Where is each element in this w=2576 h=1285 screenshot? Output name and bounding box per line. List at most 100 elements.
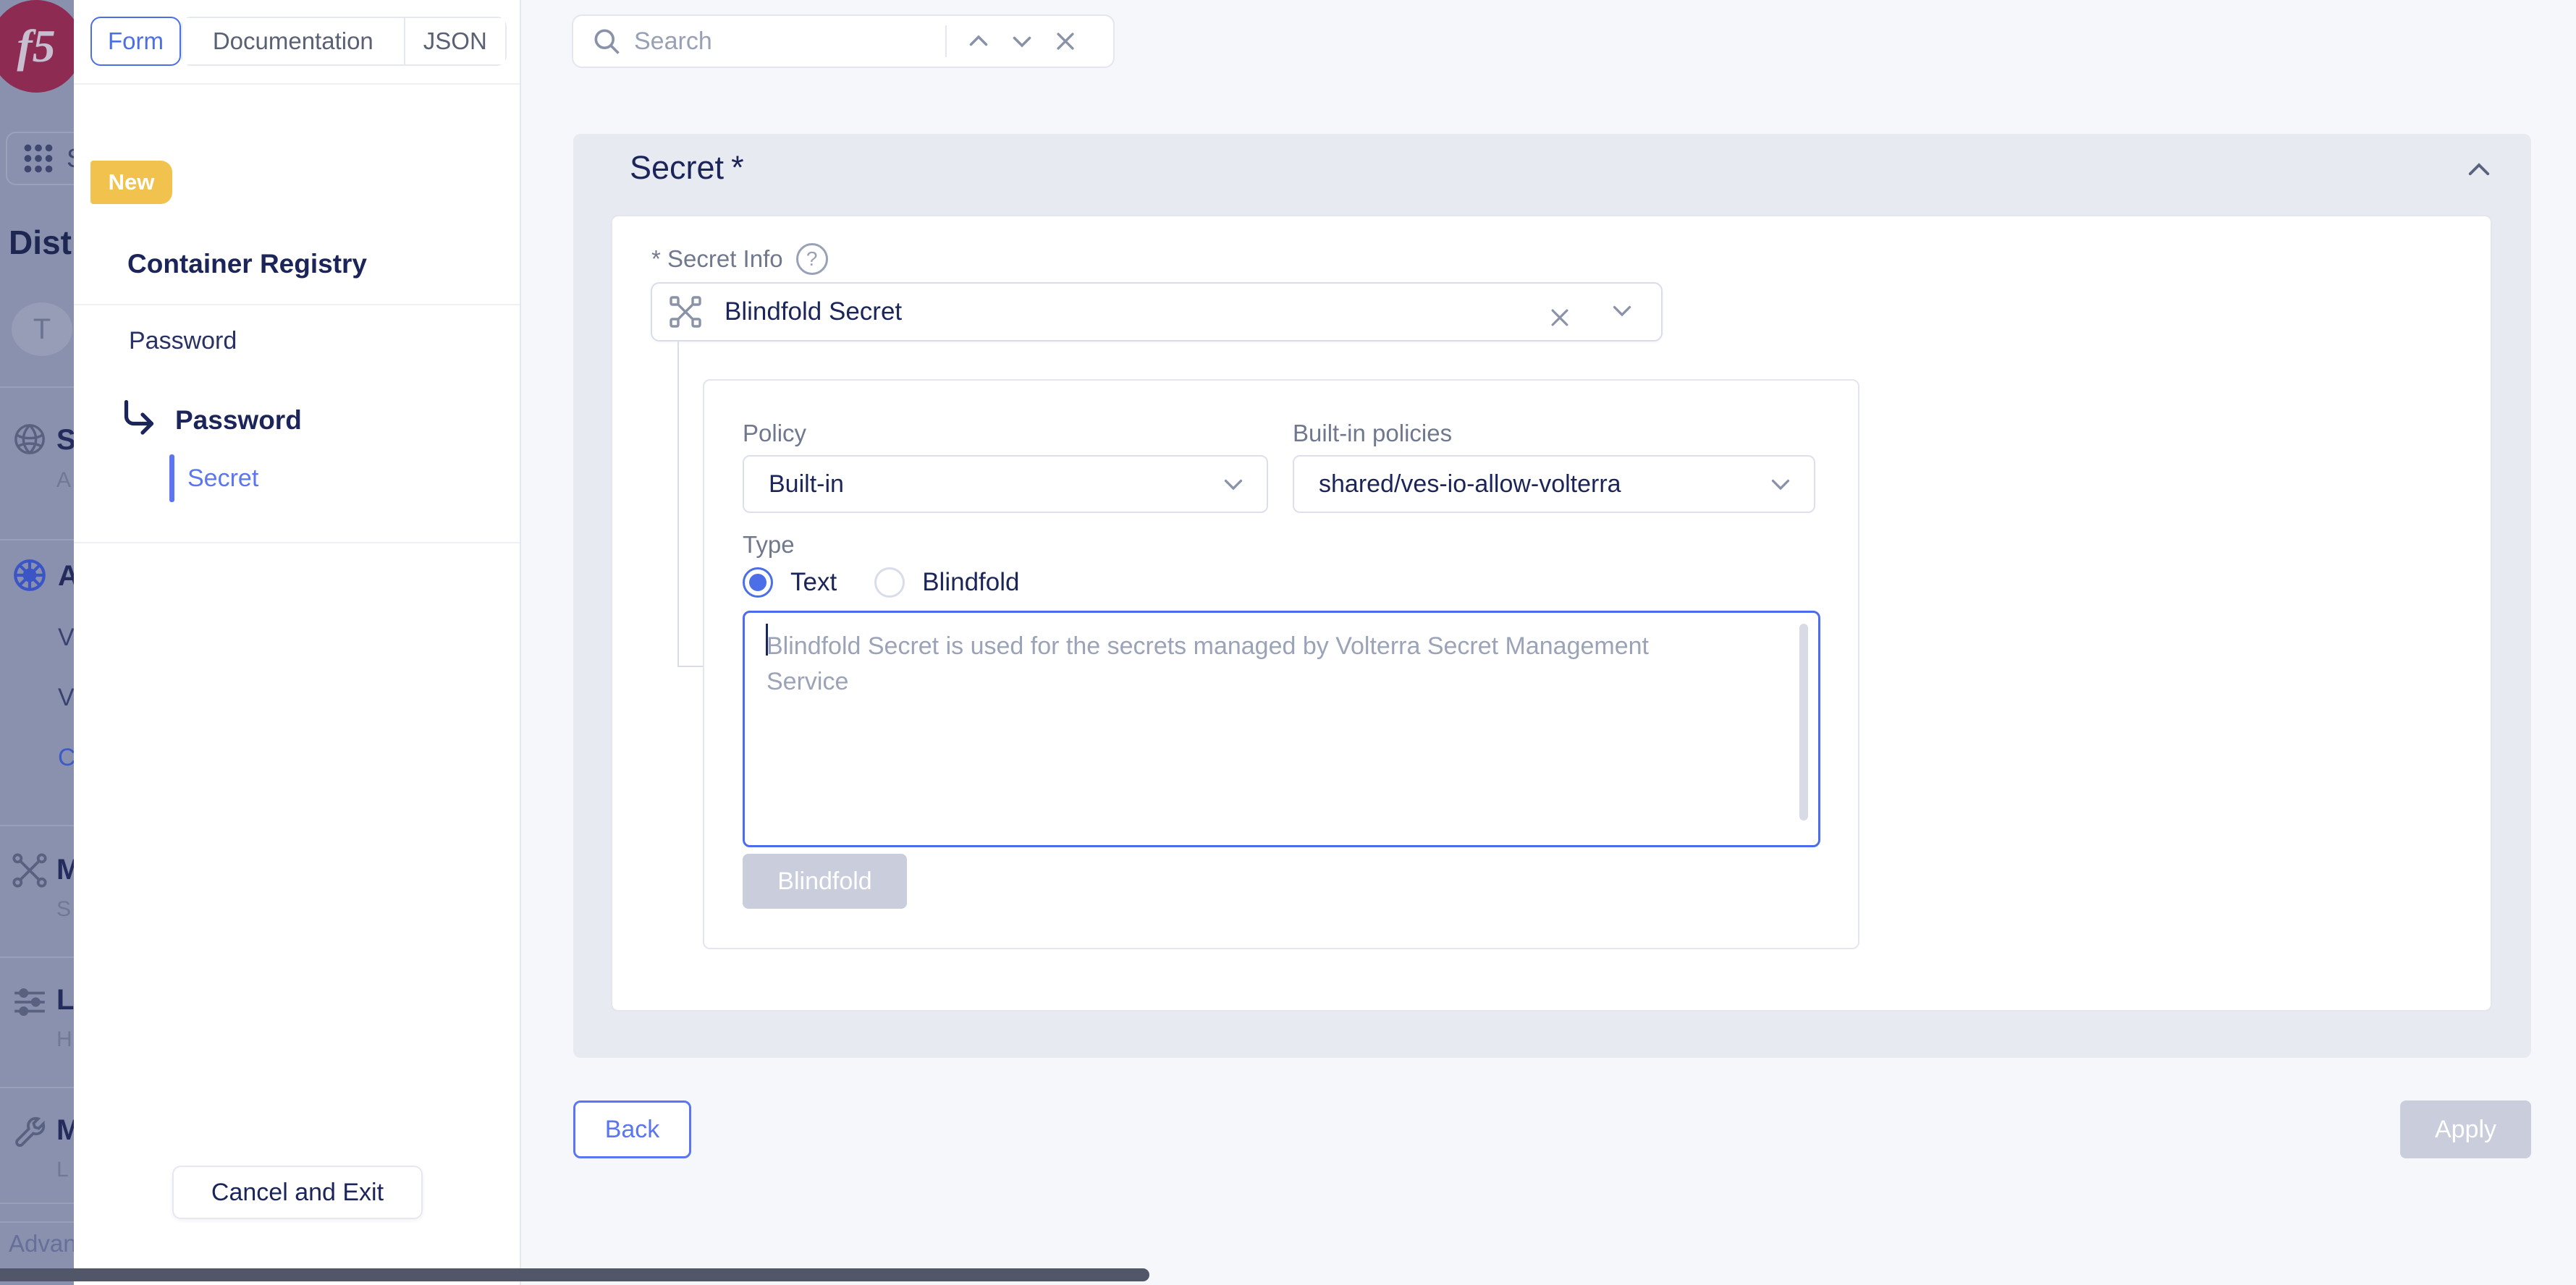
corner-down-right-arrow-icon (117, 396, 161, 440)
nav-item-mesh-sub: S (56, 897, 71, 922)
nesting-connector-line (677, 666, 703, 667)
app-root: f5 S Dist T S A (0, 0, 2576, 1285)
secret-select-clear-button[interactable] (1538, 296, 1582, 339)
grid-icon (23, 140, 54, 177)
back-button[interactable]: Back (573, 1100, 691, 1158)
search-prev-button[interactable] (957, 20, 1000, 63)
load-balancer-icon (12, 984, 48, 1020)
kubernetes-icon (12, 557, 48, 593)
search-bar (572, 14, 1115, 68)
nav-item-sites-sub: A (56, 468, 71, 493)
chevron-up-icon (966, 28, 992, 54)
type-label: Type (743, 531, 795, 559)
policy-select[interactable]: Built-in (743, 455, 1268, 513)
text-caret (766, 624, 768, 656)
nav-item-sites[interactable]: S (56, 424, 74, 457)
nav-item-load-balancers[interactable]: L (56, 984, 74, 1017)
tree-item-password-active[interactable]: Password (175, 405, 302, 436)
new-badge: New (90, 161, 172, 204)
close-icon (1053, 29, 1078, 54)
help-icon[interactable]: ? (796, 243, 828, 275)
secret-value-textarea[interactable] (743, 611, 1820, 847)
divider (0, 539, 74, 540)
nav-item-lb-sub: H (56, 1027, 72, 1052)
panel-title: Container Registry (127, 249, 367, 279)
search-input[interactable] (634, 27, 945, 56)
collapse-section-chevron-up-icon[interactable] (2464, 155, 2494, 185)
radio-text-label: Text (790, 568, 837, 597)
shuffle-icon (668, 294, 703, 329)
divider (945, 25, 947, 57)
f5-logo-text: f5 (17, 20, 55, 73)
app-switcher-button[interactable]: S (6, 132, 74, 185)
advanced-nav-label[interactable]: Advan (9, 1230, 74, 1258)
policy-select-value: Built-in (769, 470, 844, 499)
form-side-panel: Form Documentation JSON New Container Re… (74, 0, 521, 1285)
horizontal-scrollbar-thumb[interactable] (0, 1268, 1149, 1281)
mesh-icon (12, 852, 48, 889)
wrench-icon (12, 1114, 48, 1150)
secret-info-select-value: Blindfold Secret (725, 297, 902, 326)
chevron-down-icon (1609, 297, 1635, 323)
tree-item-password-group[interactable]: Password (129, 327, 237, 355)
nav-item-mesh[interactable]: M (56, 854, 74, 886)
textarea-scrollbar-thumb[interactable] (1799, 624, 1808, 820)
chevron-down-icon (1009, 28, 1035, 54)
tab-documentation[interactable]: Documentation (182, 18, 404, 64)
secret-select-chevron[interactable] (1609, 297, 1635, 327)
service-heading: Dist (9, 223, 72, 262)
builtin-policies-select[interactable]: shared/ves-io-allow-volterra (1293, 455, 1815, 513)
nav-link-2[interactable]: V (58, 684, 74, 712)
secret-info-label: * Secret Info (651, 245, 783, 273)
nav-item-manage-sub: L (56, 1158, 69, 1182)
tree-item-secret[interactable]: Secret (169, 454, 258, 502)
type-radio-group: Text Blindfold (743, 567, 1019, 598)
app-switcher-label: S (67, 143, 74, 174)
globe-icon (13, 423, 46, 456)
secret-info-select[interactable]: Blindfold Secret (651, 282, 1663, 342)
cancel-and-exit-button[interactable]: Cancel and Exit (172, 1166, 423, 1219)
radio-selected-icon (743, 567, 773, 598)
divider (0, 386, 74, 388)
radio-blindfold-label: Blindfold (922, 568, 1019, 597)
radio-option-text[interactable]: Text (743, 567, 837, 598)
left-nav-rail: f5 S Dist T S A (0, 0, 74, 1285)
f5-logo[interactable]: f5 (0, 0, 74, 93)
required-asterisk: * (731, 149, 744, 187)
divider (0, 1221, 74, 1223)
radio-option-blindfold[interactable]: Blindfold (874, 567, 1019, 598)
nav-link-container-registries[interactable]: C (58, 744, 74, 772)
divider (0, 1203, 74, 1204)
builtin-policies-label: Built-in policies (1293, 420, 1452, 447)
radio-unselected-icon (874, 567, 905, 598)
blindfold-button[interactable]: Blindfold (743, 854, 907, 909)
apply-button[interactable]: Apply (2400, 1100, 2531, 1158)
search-clear-button[interactable] (1044, 20, 1087, 63)
tab-form[interactable]: Form (90, 17, 181, 66)
secret-info-row: * Secret Info ? (651, 243, 828, 275)
chevron-down-icon (1220, 471, 1246, 497)
divider (0, 1087, 74, 1088)
nesting-connector-line (677, 342, 679, 667)
divider (74, 304, 520, 305)
tab-json[interactable]: JSON (404, 18, 505, 64)
divider (0, 957, 74, 958)
close-icon (1547, 305, 1572, 330)
active-indicator-bar (169, 454, 174, 502)
secret-section-title: Secret * (630, 149, 744, 187)
divider (74, 542, 520, 543)
tree-item-secret-label: Secret (187, 465, 258, 493)
section-title-text: Secret (630, 149, 724, 187)
divider (0, 825, 74, 826)
namespace-avatar[interactable]: T (12, 302, 72, 356)
nav-item-manage[interactable]: M (56, 1114, 74, 1147)
search-next-button[interactable] (1000, 20, 1044, 63)
search-icon (591, 25, 622, 57)
nav-item-applications[interactable]: A (58, 560, 74, 593)
policy-label: Policy (743, 420, 806, 447)
chevron-down-icon (1768, 471, 1794, 497)
tab-group: Documentation JSON (181, 17, 507, 66)
builtin-policies-select-value: shared/ves-io-allow-volterra (1319, 470, 1621, 499)
divider (74, 83, 520, 85)
nav-link-1[interactable]: V (58, 624, 74, 652)
